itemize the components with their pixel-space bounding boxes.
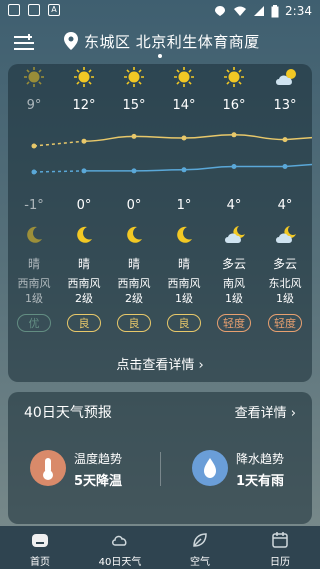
high-temp: 12° [72,98,96,113]
home-icon [32,534,48,547]
day-column[interactable]: 16° 4° 多云 南风 1级 轻度 [209,64,259,344]
high-temp: 9° [26,98,42,113]
leaf-icon [193,533,207,547]
day-column[interactable]: 15° 0° 晴 西南风 2级 良 [109,64,159,344]
sun-icon [173,66,195,92]
font-notification-icon: A [48,4,60,16]
weather-condition: 多云 [272,257,297,271]
wind-level: 1级 [175,292,193,305]
weather-condition: 晴 [127,257,140,271]
nav-air-label: 空气 [190,557,210,568]
nav-40day[interactable]: 40日天气 [80,526,160,569]
rain-trend-label: 降水趋势 [236,452,285,466]
top-bar: 东城区 北京利生体育商厦 [0,24,320,64]
temp-trend-label: 温度趋势 [74,452,123,466]
moon-icon [73,224,95,250]
wind-level: 2级 [125,292,143,305]
forecast-40-more-link[interactable]: 查看详情 › [235,402,296,421]
location-pin-icon [64,32,78,50]
day-column[interactable]: 9° -1° 晴 西南风 1级 优 [9,64,59,344]
low-temp: -1° [24,198,44,213]
day-column[interactable]: 13° 4° 多云 东北风 1级 轻度 [260,64,310,344]
aqi-badge: 优 [17,314,51,332]
aqi-badge: 轻度 [217,314,251,332]
day-column[interactable]: 14° 1° 晴 西南风 1级 良 [159,64,209,344]
forecast-40-day-card: 40日天气预报 查看详情 › 温度趋势 5天降温 降水趋势 1天有雨 [8,392,312,524]
moon-icon-dim [23,224,45,250]
low-temp: 4° [277,198,293,213]
location-status-icon [215,6,226,16]
nav-air[interactable]: 空气 [160,526,240,569]
wind-level: 1级 [25,292,43,305]
calendar-icon [272,532,288,548]
sun-icon [73,66,95,92]
weather-condition: 晴 [77,257,90,271]
cloud-moon-icon [274,224,300,250]
low-temp: 4° [226,198,242,213]
high-temp: 15° [122,98,146,113]
aqi-badge: 良 [117,314,151,332]
daily-forecast-card: 9° -1° 晴 西南风 1级 优 12° 0° 晴 西南风 2级 良 15° … [8,64,312,382]
rain-trend-value: 1天有雨 [236,474,285,489]
bottom-navigation: 首页 40日天气 空气 日历 [0,526,320,569]
day-column[interactable]: 12° 0° 晴 西南风 2级 良 [59,64,109,344]
image-notification-icon [8,4,20,16]
weather-condition: 多云 [221,257,246,271]
wind-level: 1级 [276,292,294,305]
moon-icon [173,224,195,250]
aqi-badge: 轻度 [268,314,302,332]
cloud-moon-icon [223,224,249,250]
wifi-icon [234,6,247,16]
wind-direction: 西南风 [17,277,51,290]
wind-direction: 东北风 [268,277,302,290]
moon-icon [123,224,145,250]
forecast-40-title: 40日天气预报 [24,405,112,421]
menu-button[interactable] [14,34,34,52]
cloud-icon [112,535,127,546]
wind-direction: 西南风 [117,277,151,290]
wind-direction: 西南风 [67,277,101,290]
wind-level: 2级 [75,292,93,305]
high-temp: 14° [172,98,196,113]
high-temp: 16° [222,98,246,113]
weather-condition: 晴 [27,257,40,271]
weather-condition: 晴 [177,257,190,271]
sun-icon [223,66,245,92]
sun-icon [123,66,145,92]
nav-40day-label: 40日天气 [98,557,142,568]
low-temp: 1° [176,198,192,213]
cloud-sun-icon [274,66,300,92]
trend-divider [160,452,161,486]
page-indicator-dot [158,54,162,58]
nav-calendar-label: 日历 [270,557,290,568]
wind-direction: 西南风 [167,277,201,290]
aqi-badge: 良 [167,314,201,332]
high-temp: 13° [273,98,297,113]
wind-level: 1级 [225,292,243,305]
sun-icon-dim [23,66,45,92]
nav-home-label: 首页 [30,557,50,568]
aqi-badge: 良 [67,314,101,332]
status-time: 2:34 [285,4,312,18]
view-details-link[interactable]: 点击查看详情 › [8,354,312,373]
nav-home[interactable]: 首页 [0,526,80,569]
wind-direction: 南风 [223,277,245,290]
low-temp: 0° [76,198,92,213]
temp-trend-value: 5天降温 [74,474,123,489]
photo-notification-icon [28,4,40,16]
thermometer-icon [30,450,66,486]
signal-icon [254,6,265,16]
water-drop-icon [192,450,228,486]
low-temp: 0° [126,198,142,213]
nav-calendar[interactable]: 日历 [240,526,320,569]
location-title[interactable]: 东城区 北京利生体育商厦 [84,31,260,52]
status-bar: A 2:34 [0,0,320,24]
battery-icon [271,4,279,17]
